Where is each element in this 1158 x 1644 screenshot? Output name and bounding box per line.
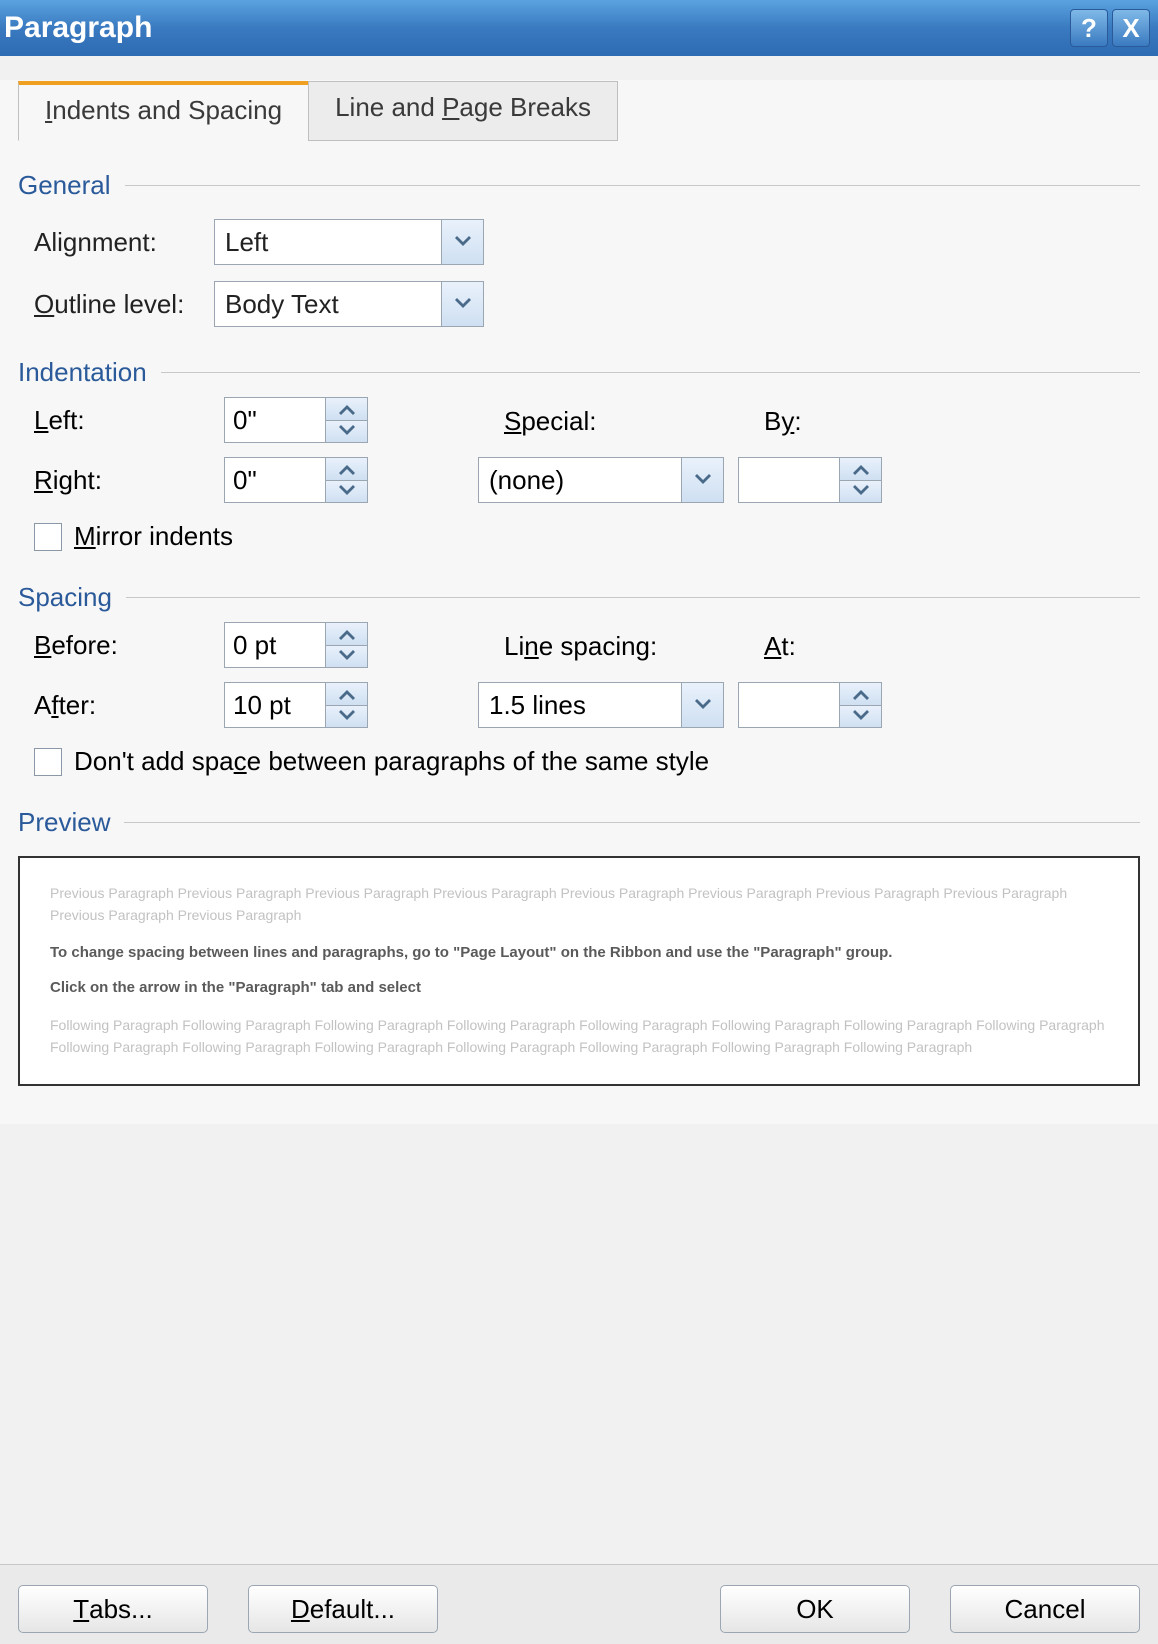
- indent-left-down[interactable]: [326, 420, 367, 443]
- mirror-indents-label: Mirror indents: [74, 521, 233, 552]
- before-up[interactable]: [326, 623, 367, 645]
- close-button[interactable]: X: [1112, 9, 1150, 47]
- chevron-up-icon: [852, 688, 870, 700]
- line-spacing-value: 1.5 lines: [479, 690, 681, 721]
- no-space-checkbox[interactable]: [34, 748, 62, 776]
- chevron-down-icon: [338, 710, 356, 722]
- no-space-label: Don't add space between paragraphs of th…: [74, 746, 709, 777]
- preview-previous: Previous Paragraph Previous Paragraph Pr…: [50, 882, 1108, 927]
- after-label: After:: [34, 690, 224, 721]
- at-spinner[interactable]: [738, 682, 882, 728]
- indent-right-label: Right:: [34, 465, 224, 496]
- chevron-down-icon: [454, 236, 472, 248]
- default-button[interactable]: Default...: [248, 1585, 438, 1633]
- after-up[interactable]: [326, 683, 367, 705]
- outline-level-label: Outline level:: [34, 289, 214, 320]
- chevron-up-icon: [338, 628, 356, 640]
- indent-left-label: Left:: [34, 405, 224, 436]
- chevron-down-icon: [454, 298, 472, 310]
- special-drop[interactable]: [681, 458, 723, 502]
- titlebar: Paragraph ? X: [0, 0, 1158, 56]
- special-label: Special:: [504, 406, 764, 437]
- line-spacing-label: Line spacing:: [504, 631, 764, 662]
- by-value: [739, 458, 839, 502]
- outline-level-value: Body Text: [215, 289, 441, 320]
- special-value: (none): [479, 465, 681, 496]
- mirror-indents-checkbox[interactable]: [34, 523, 62, 551]
- tab-strip: IIndents and Spacingndents and Spacing L…: [18, 80, 1140, 140]
- indent-right-up[interactable]: [326, 458, 367, 480]
- after-spinner[interactable]: 10 pt: [224, 682, 368, 728]
- preview-body-1: To change spacing between lines and para…: [50, 937, 1108, 969]
- tab-line-page-breaks[interactable]: Line and Page Breaks: [308, 81, 618, 141]
- alignment-combo[interactable]: Left: [214, 219, 484, 265]
- cancel-button[interactable]: Cancel: [950, 1585, 1140, 1633]
- outline-level-drop[interactable]: [441, 282, 483, 326]
- chevron-down-icon: [694, 474, 712, 486]
- indent-right-spinner[interactable]: 0": [224, 457, 368, 503]
- alignment-label: Alignment:: [34, 227, 214, 258]
- help-icon: ?: [1081, 13, 1097, 44]
- preview-following: Following Paragraph Following Paragraph …: [50, 1014, 1108, 1059]
- after-value: 10 pt: [225, 683, 325, 727]
- special-combo[interactable]: (none): [478, 457, 724, 503]
- ok-button[interactable]: OK: [720, 1585, 910, 1633]
- by-up[interactable]: [840, 458, 881, 480]
- chevron-up-icon: [852, 463, 870, 475]
- group-general: General: [18, 170, 1140, 201]
- chevron-down-icon: [338, 650, 356, 662]
- after-down[interactable]: [326, 705, 367, 728]
- outline-level-combo[interactable]: Body Text: [214, 281, 484, 327]
- indent-left-value: 0": [225, 398, 325, 442]
- by-label: By:: [764, 406, 802, 437]
- chevron-down-icon: [338, 485, 356, 497]
- chevron-up-icon: [338, 403, 356, 415]
- chevron-down-icon: [338, 425, 356, 437]
- group-spacing: Spacing: [18, 582, 1140, 613]
- before-down[interactable]: [326, 645, 367, 668]
- indent-right-down[interactable]: [326, 480, 367, 503]
- indent-left-up[interactable]: [326, 398, 367, 420]
- chevron-down-icon: [852, 710, 870, 722]
- indent-left-spinner[interactable]: 0": [224, 397, 368, 443]
- group-preview: Preview: [18, 807, 1140, 838]
- chevron-down-icon: [852, 485, 870, 497]
- tabs-button[interactable]: Tabs...: [18, 1585, 208, 1633]
- line-spacing-combo[interactable]: 1.5 lines: [478, 682, 724, 728]
- chevron-down-icon: [694, 699, 712, 711]
- chevron-up-icon: [338, 463, 356, 475]
- tab-indents-spacing[interactable]: IIndents and Spacingndents and Spacing: [18, 81, 309, 141]
- help-button[interactable]: ?: [1070, 9, 1108, 47]
- by-down[interactable]: [840, 480, 881, 503]
- alignment-value: Left: [215, 227, 441, 258]
- preview-body-2: Click on the arrow in the "Paragraph" ta…: [50, 972, 1108, 1004]
- before-spinner[interactable]: 0 pt: [224, 622, 368, 668]
- window-title: Paragraph: [0, 11, 152, 45]
- indent-right-value: 0": [225, 458, 325, 502]
- by-spinner[interactable]: [738, 457, 882, 503]
- at-down[interactable]: [840, 705, 881, 728]
- group-indentation: Indentation: [18, 357, 1140, 388]
- line-spacing-drop[interactable]: [681, 683, 723, 727]
- before-label: Before:: [34, 630, 224, 661]
- at-up[interactable]: [840, 683, 881, 705]
- at-value: [739, 683, 839, 727]
- at-label: At:: [764, 631, 796, 662]
- dialog-footer: Tabs... Default... OK Cancel: [0, 1564, 1158, 1644]
- chevron-up-icon: [338, 688, 356, 700]
- before-value: 0 pt: [225, 623, 325, 667]
- alignment-drop[interactable]: [441, 220, 483, 264]
- preview-box: Previous Paragraph Previous Paragraph Pr…: [18, 856, 1140, 1086]
- close-icon: X: [1122, 13, 1139, 44]
